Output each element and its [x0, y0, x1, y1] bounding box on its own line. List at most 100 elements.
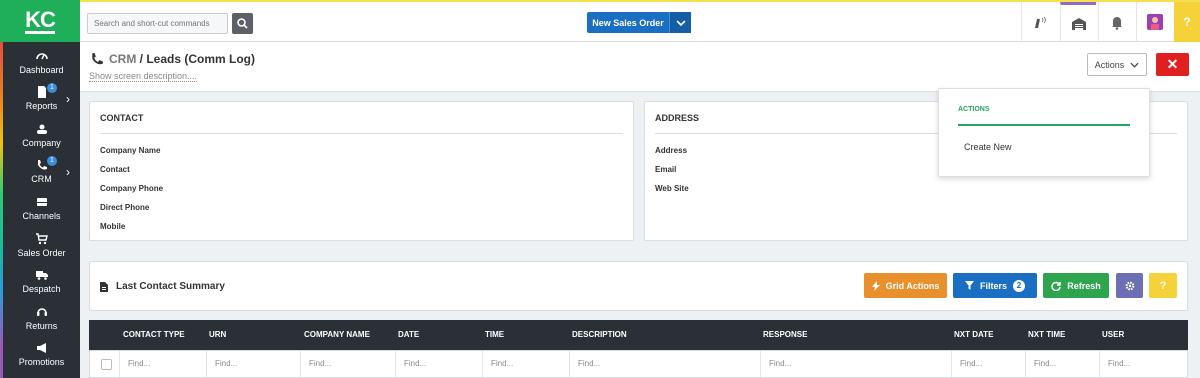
notifications-button[interactable]: [1098, 2, 1134, 42]
contact-title: CONTACT: [100, 113, 144, 123]
filter-nxt-date[interactable]: Find...: [951, 351, 1025, 378]
search-button[interactable]: [232, 13, 253, 34]
sidebar-item-sales-order[interactable]: Sales Order: [3, 233, 80, 258]
actions-button[interactable]: Actions: [1087, 53, 1147, 76]
search-icon: [237, 18, 248, 29]
column-header-nxt-date[interactable]: NXT DATE: [954, 330, 993, 339]
field-address: Address: [655, 146, 688, 155]
filter-icon: [964, 281, 974, 290]
filters-count-badge: 2: [1013, 279, 1025, 292]
sidebar-item-despatch[interactable]: Despatch: [3, 269, 80, 294]
sidebar-item-label: Returns: [25, 321, 58, 331]
sidebar-item-label: Company: [22, 138, 61, 148]
field-company-name: Company Name: [100, 146, 161, 155]
search-input[interactable]: [87, 13, 228, 34]
filter-date[interactable]: Find...: [395, 351, 482, 378]
warehouse-button[interactable]: [1060, 2, 1096, 42]
help-button[interactable]: ?: [1174, 2, 1200, 42]
filter-response[interactable]: Find...: [760, 351, 951, 378]
settings-button[interactable]: [1116, 273, 1143, 298]
megaphone-icon: [36, 343, 46, 353]
menu-item-create-new[interactable]: Create New: [964, 142, 1012, 152]
field-email: Email: [655, 165, 677, 174]
column-header-nxt-time[interactable]: NXT TIME: [1028, 330, 1065, 339]
grid-help-button[interactable]: ?: [1149, 273, 1177, 298]
page-header: CRM / Leads (Comm Log) Show screen descr…: [80, 42, 1200, 92]
breadcrumb-crm[interactable]: CRM: [109, 52, 136, 66]
refresh-label: Refresh: [1067, 280, 1101, 291]
summary-title: Last Contact Summary: [100, 281, 225, 292]
refresh-icon: [1051, 281, 1061, 291]
users-icon: [36, 124, 47, 134]
sidebar-item-reports[interactable]: 1 Reports ›: [3, 83, 80, 111]
scanner-button[interactable]: [1021, 2, 1057, 42]
grid-actions-button[interactable]: Grid Actions: [864, 273, 947, 298]
column-header-contact-type[interactable]: CONTACT TYPE: [123, 330, 185, 339]
close-button[interactable]: ✕: [1156, 53, 1189, 76]
app-logo[interactable]: KC: [0, 0, 80, 42]
truck-icon: [35, 271, 48, 280]
filters-button[interactable]: Filters 2: [953, 273, 1037, 298]
inbox-icon: [36, 198, 47, 206]
field-company-phone: Company Phone: [100, 184, 164, 193]
column-header-urn[interactable]: URN: [209, 330, 226, 339]
page-title-text: Leads (Comm Log): [146, 52, 256, 66]
filter-nxt-time[interactable]: Find...: [1025, 351, 1099, 378]
chevron-right-icon[interactable]: ›: [66, 92, 70, 106]
phone-icon: [37, 160, 47, 170]
sidebar-item-label: Despatch: [22, 284, 61, 294]
new-sales-order-label: New Sales Order: [592, 17, 664, 28]
chevron-down-icon: [1130, 62, 1139, 68]
filter-description[interactable]: Find...: [569, 351, 760, 378]
chevron-right-icon[interactable]: ›: [66, 165, 70, 179]
sidebar-item-promotions[interactable]: Promotions: [3, 342, 80, 367]
filter-user[interactable]: Find...: [1099, 351, 1187, 378]
show-description-link[interactable]: Show screen description....: [89, 71, 198, 82]
filter-company-name[interactable]: Find...: [300, 351, 395, 378]
topbar: New Sales Order ?: [80, 0, 1200, 42]
column-header-description[interactable]: DESCRIPTION: [572, 330, 627, 339]
chevron-down-icon[interactable]: [669, 12, 691, 33]
page-title: CRM / Leads (Comm Log): [90, 52, 255, 66]
sidebar-item-returns[interactable]: Returns: [3, 306, 80, 331]
bell-icon: [1111, 17, 1122, 30]
actions-menu-header: ACTIONS: [958, 106, 990, 113]
divider: [100, 133, 623, 134]
column-header-time[interactable]: TIME: [485, 330, 504, 339]
gear-icon: [1125, 281, 1134, 290]
gauge-icon: [35, 53, 48, 60]
reports-badge: 1: [47, 83, 57, 93]
sidebar-item-label: Sales Order: [17, 248, 66, 258]
sidebar-item-label: Dashboard: [19, 65, 64, 75]
bolt-icon: [871, 280, 880, 291]
actions-dropdown: ACTIONS Create New: [938, 88, 1150, 177]
column-header-date[interactable]: DATE: [398, 330, 419, 339]
grid-filter-row: Find... Find... Find... Find... Find... …: [89, 350, 1188, 378]
field-direct-phone: Direct Phone: [100, 203, 150, 212]
sidebar-item-company[interactable]: Company: [3, 123, 80, 148]
filter-urn[interactable]: Find...: [206, 351, 300, 378]
user-avatar-button[interactable]: [1136, 2, 1172, 42]
sidebar-item-crm[interactable]: 1 CRM ›: [3, 156, 80, 184]
new-sales-order-button[interactable]: New Sales Order: [587, 12, 691, 33]
column-header-company-name[interactable]: COMPANY NAME: [304, 330, 370, 339]
select-all-checkbox[interactable]: [101, 359, 112, 370]
document-icon: [37, 86, 46, 98]
summary-toolbar: Last Contact Summary Grid Actions Filter…: [89, 261, 1188, 311]
summary-title-text: Last Contact Summary: [116, 281, 225, 292]
sidebar-item-dashboard[interactable]: Dashboard: [3, 50, 80, 75]
cart-icon: [35, 233, 48, 245]
filter-time[interactable]: Find...: [482, 351, 569, 378]
sidebar-item-channels[interactable]: Channels: [3, 196, 80, 221]
actions-label: Actions: [1094, 59, 1125, 70]
field-mobile: Mobile: [100, 222, 126, 231]
field-contact: Contact: [100, 165, 130, 174]
grid-header: CONTACT TYPE URN COMPANY NAME DATE TIME …: [89, 320, 1188, 350]
column-header-user[interactable]: USER: [1102, 330, 1124, 339]
breadcrumb-separator: /: [136, 52, 147, 66]
sidebar-item-label: Channels: [22, 211, 61, 221]
document-icon: [100, 281, 108, 292]
column-header-response[interactable]: RESPONSE: [763, 330, 807, 339]
filter-contact-type[interactable]: Find...: [119, 351, 206, 378]
refresh-button[interactable]: Refresh: [1043, 273, 1109, 298]
